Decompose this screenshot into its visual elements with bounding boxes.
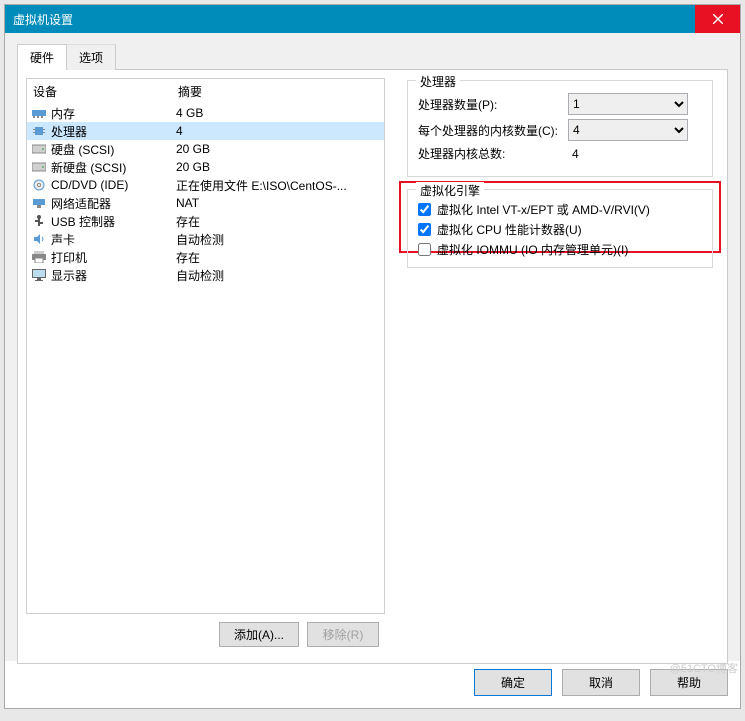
- device-row[interactable]: 处理器4: [27, 122, 384, 140]
- device-row[interactable]: USB 控制器存在: [27, 212, 384, 230]
- device-summary: 20 GB: [176, 160, 380, 174]
- device-listbox[interactable]: 设备 摘要 内存4 GB处理器4硬盘 (SCSI)20 GB新硬盘 (SCSI)…: [26, 78, 385, 614]
- device-name: 硬盘 (SCSI): [51, 141, 176, 158]
- processor-group: 处理器 处理器数量(P): 1 每个处理器的内核数量(C): 4 处理器内核总数…: [407, 80, 713, 177]
- device-summary: 自动检测: [176, 267, 380, 284]
- tabs: 硬件 选项: [17, 44, 728, 70]
- device-name: 内存: [51, 105, 176, 122]
- virt-perf-checkbox[interactable]: [418, 223, 431, 236]
- virt-vt-checkbox[interactable]: [418, 203, 431, 216]
- virt-vt-label[interactable]: 虚拟化 Intel VT-x/EPT 或 AMD-V/RVI(V): [437, 201, 650, 218]
- virt-engine-legend: 虚拟化引擎: [416, 182, 484, 199]
- processor-legend: 处理器: [416, 73, 460, 90]
- device-row[interactable]: 网络适配器NAT: [27, 194, 384, 212]
- virt-iommu-checkbox[interactable]: [418, 243, 431, 256]
- detail-panel: 处理器 处理器数量(P): 1 每个处理器的内核数量(C): 4 处理器内核总数…: [393, 70, 727, 663]
- close-icon: [713, 14, 723, 24]
- hdd-icon: [31, 159, 47, 175]
- tab-hardware[interactable]: 硬件: [17, 44, 67, 70]
- cores-per-processor-select[interactable]: 4: [568, 119, 688, 141]
- total-cores-value: 4: [568, 147, 688, 161]
- device-row[interactable]: 打印机存在: [27, 248, 384, 266]
- device-name: 网络适配器: [51, 195, 176, 212]
- sound-icon: [31, 231, 47, 247]
- device-summary: 自动检测: [176, 231, 380, 248]
- processor-count-select[interactable]: 1: [568, 93, 688, 115]
- memory-icon: [31, 105, 47, 121]
- device-row[interactable]: CD/DVD (IDE)正在使用文件 E:\ISO\CentOS-...: [27, 176, 384, 194]
- device-row[interactable]: 显示器自动检测: [27, 266, 384, 284]
- list-header-row: 设备 摘要: [27, 79, 384, 104]
- device-summary: 4 GB: [176, 106, 380, 120]
- total-cores-label: 处理器内核总数:: [418, 145, 568, 162]
- device-row[interactable]: 新硬盘 (SCSI)20 GB: [27, 158, 384, 176]
- cd-icon: [31, 177, 47, 193]
- hdd-icon: [31, 141, 47, 157]
- display-icon: [31, 267, 47, 283]
- watermark-text: @51CTO博客: [670, 660, 738, 676]
- device-name: 处理器: [51, 123, 176, 140]
- printer-icon: [31, 249, 47, 265]
- titlebar: 虚拟机设置: [5, 5, 740, 33]
- cancel-button[interactable]: 取消: [562, 669, 640, 696]
- cores-per-processor-label: 每个处理器的内核数量(C):: [418, 122, 568, 139]
- dialog-body: 硬件 选项 设备 摘要 内存4 GB处理器4硬盘 (SCSI)20 GB新硬盘 …: [5, 33, 740, 661]
- header-summary: 摘要: [178, 83, 202, 100]
- virt-perf-label[interactable]: 虚拟化 CPU 性能计数器(U): [437, 221, 582, 238]
- device-summary: 正在使用文件 E:\ISO\CentOS-...: [176, 177, 380, 194]
- device-row[interactable]: 内存4 GB: [27, 104, 384, 122]
- device-name: 声卡: [51, 231, 176, 248]
- device-name: USB 控制器: [51, 213, 176, 230]
- device-name: CD/DVD (IDE): [51, 178, 176, 192]
- hardware-list-panel: 设备 摘要 内存4 GB处理器4硬盘 (SCSI)20 GB新硬盘 (SCSI)…: [18, 70, 393, 663]
- virt-iommu-label[interactable]: 虚拟化 IOMMU (IO 内存管理单元)(I): [437, 241, 628, 258]
- header-device: 设备: [33, 83, 178, 100]
- virt-engine-group: 虚拟化引擎 虚拟化 Intel VT-x/EPT 或 AMD-V/RVI(V) …: [407, 189, 713, 268]
- processor-count-label: 处理器数量(P):: [418, 96, 568, 113]
- close-button[interactable]: [695, 5, 740, 33]
- window-title: 虚拟机设置: [13, 11, 73, 28]
- device-name: 新硬盘 (SCSI): [51, 159, 176, 176]
- tab-content: 设备 摘要 内存4 GB处理器4硬盘 (SCSI)20 GB新硬盘 (SCSI)…: [17, 69, 728, 664]
- network-icon: [31, 195, 47, 211]
- device-summary: 存在: [176, 213, 380, 230]
- ok-button[interactable]: 确定: [474, 669, 552, 696]
- remove-button[interactable]: 移除(R): [307, 622, 379, 647]
- usb-icon: [31, 213, 47, 229]
- tab-options[interactable]: 选项: [66, 44, 116, 70]
- list-buttons: 添加(A)... 移除(R): [26, 614, 385, 655]
- device-row[interactable]: 硬盘 (SCSI)20 GB: [27, 140, 384, 158]
- add-button[interactable]: 添加(A)...: [219, 622, 299, 647]
- device-summary: 4: [176, 124, 380, 138]
- device-summary: 存在: [176, 249, 380, 266]
- device-row[interactable]: 声卡自动检测: [27, 230, 384, 248]
- device-summary: NAT: [176, 196, 380, 210]
- device-name: 打印机: [51, 249, 176, 266]
- vm-settings-dialog: 虚拟机设置 硬件 选项 设备 摘要 内存4 GB处理器4硬盘 (SCSI)20 …: [4, 4, 741, 709]
- device-summary: 20 GB: [176, 142, 380, 156]
- device-name: 显示器: [51, 267, 176, 284]
- cpu-icon: [31, 123, 47, 139]
